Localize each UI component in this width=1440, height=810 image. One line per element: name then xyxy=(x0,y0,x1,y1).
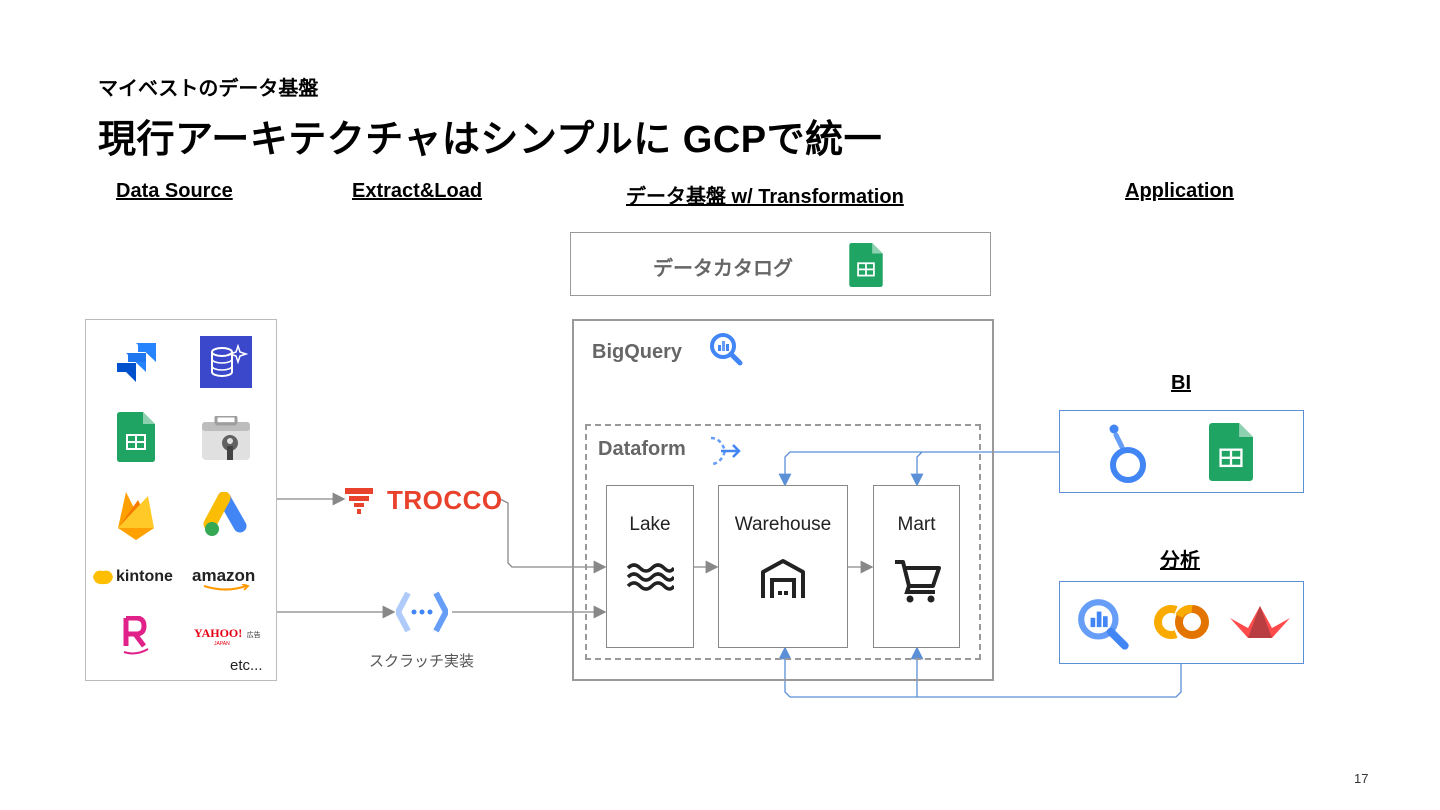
layer-mart-label: Mart xyxy=(897,514,936,535)
kintone-label: kintone xyxy=(116,568,173,585)
google-search-console-icon xyxy=(202,416,250,460)
yahoo-sub-label: 広告 xyxy=(246,632,261,639)
bigquery-icon xyxy=(1078,599,1129,650)
trocco-logo: TROCCO xyxy=(345,485,503,516)
layer-warehouse-label: Warehouse xyxy=(734,514,832,535)
layer-mart: Mart xyxy=(873,485,960,648)
cloud-functions-icon xyxy=(396,591,448,633)
layer-warehouse: Warehouse xyxy=(718,485,848,648)
waves-icon xyxy=(626,563,674,591)
google-sheets-icon xyxy=(849,243,883,287)
google-ads-icon xyxy=(203,492,247,536)
google-sheets-icon xyxy=(1209,423,1253,481)
streamlit-icon xyxy=(1230,606,1290,638)
firebase-icon xyxy=(118,492,154,540)
yahoo-ads-logo: YAHOO! 広告 JAPAN xyxy=(194,624,261,647)
colab-icon xyxy=(1154,604,1209,639)
amazon-logo: amazon xyxy=(192,566,264,591)
bigquery-label: BigQuery xyxy=(592,341,683,363)
kintone-cat-icon xyxy=(93,570,113,585)
etc-label: etc... xyxy=(230,657,263,674)
rakuten-icon xyxy=(123,616,149,655)
dataform-label: Dataform xyxy=(598,438,686,460)
bi-label: BI xyxy=(1171,372,1191,394)
warehouse-icon xyxy=(761,559,805,598)
yahoo-label: YAHOO! xyxy=(194,626,243,640)
yahoo-japan-label: JAPAN xyxy=(214,641,230,647)
looker-studio-icon xyxy=(1109,424,1146,483)
layer-lake-label: Lake xyxy=(629,514,671,535)
aws-rds-icon xyxy=(200,336,252,388)
dataform-icon xyxy=(710,436,741,466)
catalog-label: データカタログ xyxy=(653,258,793,280)
trocco-mark-icon xyxy=(345,487,373,514)
bigquery-icon xyxy=(710,333,743,366)
kintone-logo: kintone xyxy=(92,568,173,586)
layer-lake: Lake xyxy=(606,485,694,648)
amazon-smile-icon xyxy=(203,584,250,591)
analysis-box xyxy=(1059,581,1304,664)
scratch-label: スクラッチ実装 xyxy=(369,653,475,670)
data-source-box: kintone amazon YAHOO! 広告 JAPAN etc... xyxy=(85,319,277,681)
jira-icon xyxy=(117,343,156,382)
page-number: 17 xyxy=(1354,771,1369,786)
cart-icon xyxy=(894,560,941,603)
amazon-label: amazon xyxy=(192,566,256,585)
data-catalog-box: データカタログ xyxy=(570,232,991,296)
google-sheets-icon xyxy=(117,412,155,462)
bi-box xyxy=(1059,410,1304,493)
analysis-label: 分析 xyxy=(1160,550,1200,572)
trocco-label: TROCCO xyxy=(387,485,503,515)
